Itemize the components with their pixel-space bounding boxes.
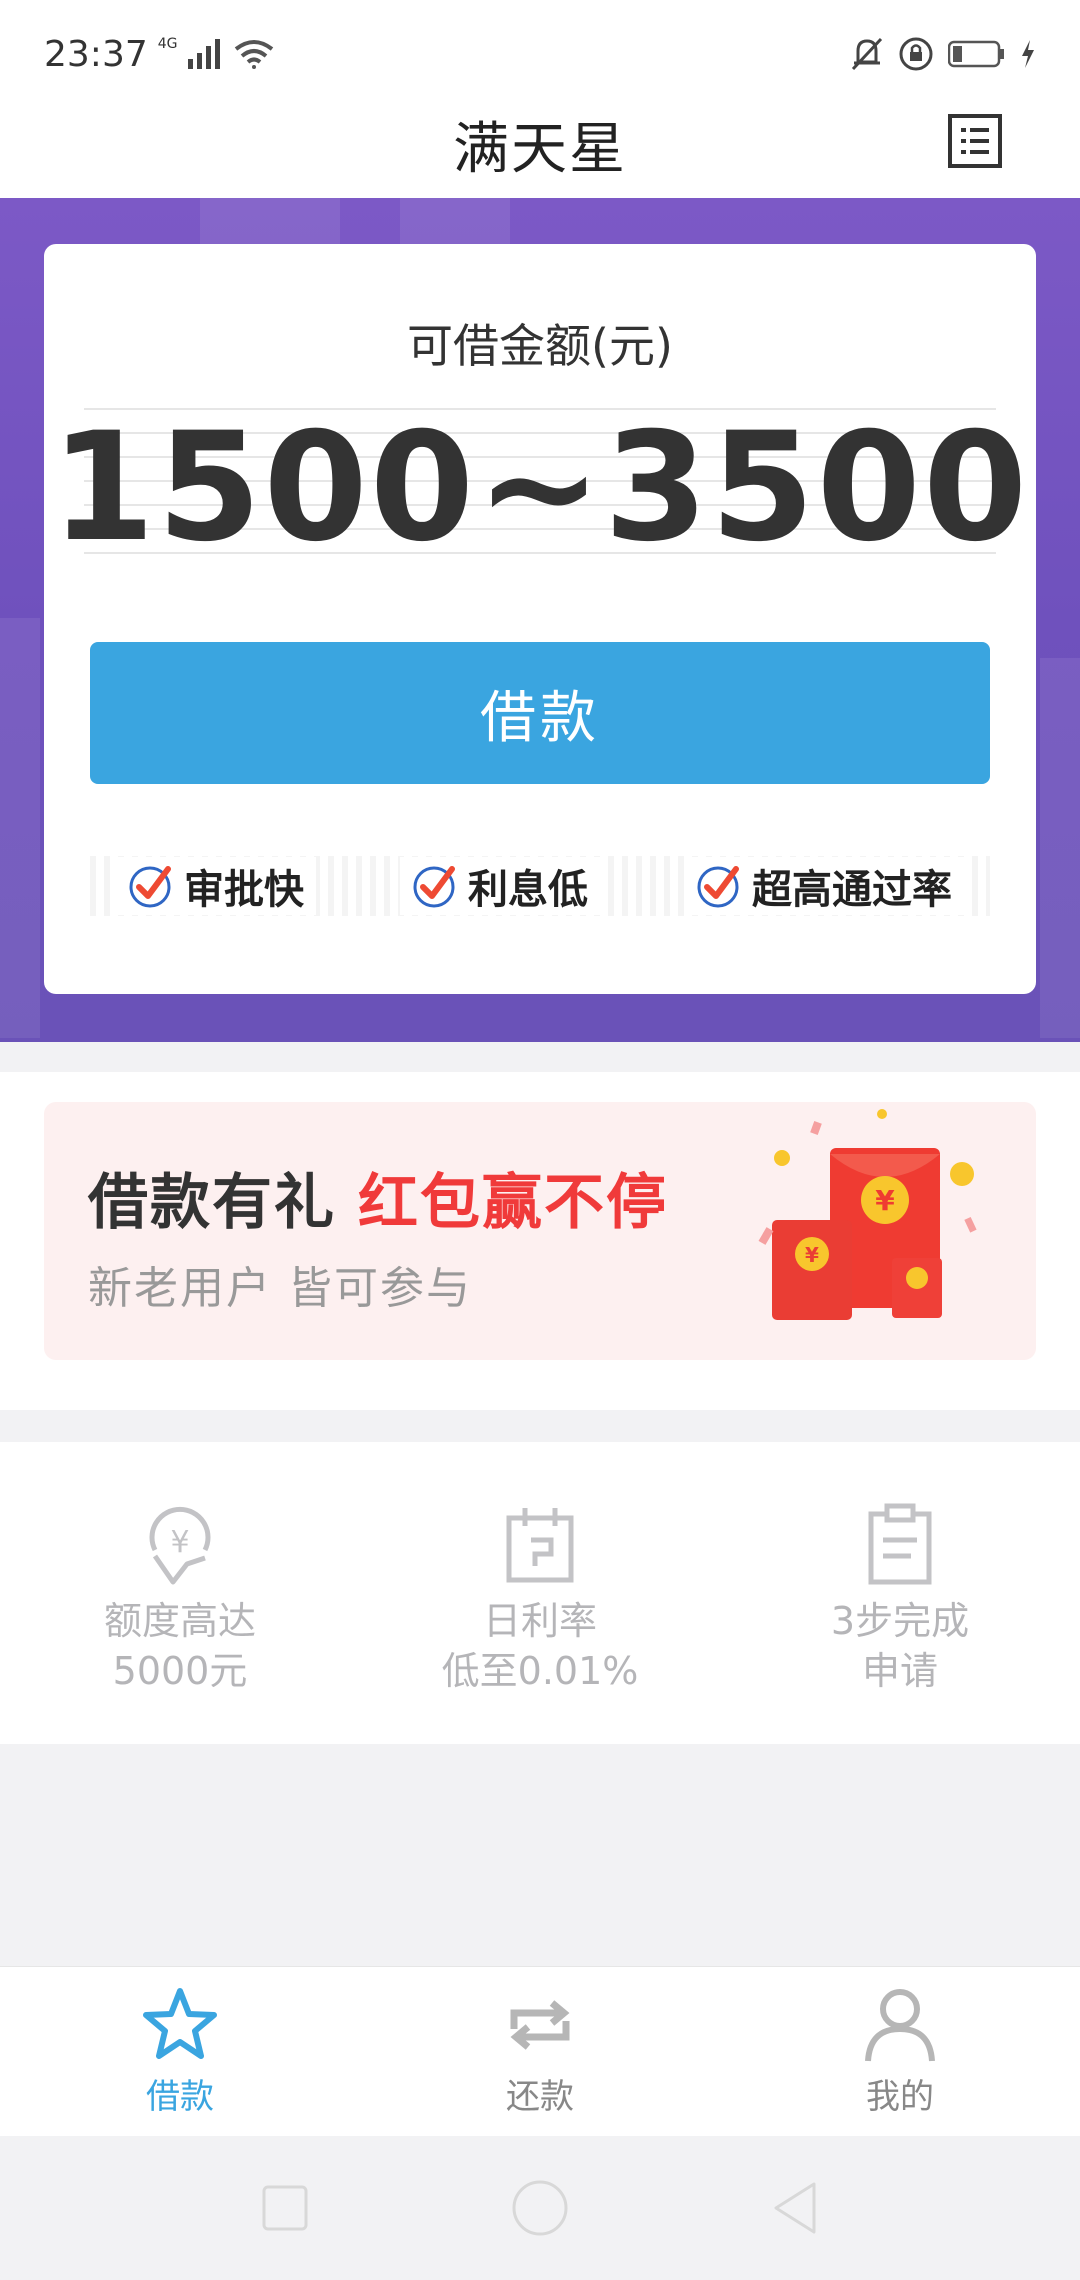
svg-text:¥: ¥ — [805, 1243, 819, 1267]
benefit-line2: 申请 — [861, 1649, 938, 1693]
benefit-item: ¥ 额度高达 5000元 — [60, 1442, 300, 1744]
promo-title-text: 借款有礼 — [88, 1168, 336, 1238]
promo-subtitle: 新老用户 皆可参与 — [88, 1263, 472, 1314]
feature-list: 审批快 利息低 超高通过率 — [90, 856, 990, 916]
benefit-line1: 日利率 — [482, 1599, 597, 1643]
charging-icon — [1022, 40, 1034, 68]
benefits-row: ¥ 额度高达 5000元 日利率 低至0.01% 3步完成 申请 — [0, 1442, 1080, 1744]
svg-text:¥: ¥ — [875, 1184, 895, 1217]
feature-item: 超高通过率 — [684, 857, 964, 915]
signal-icon — [187, 39, 220, 69]
borrow-button[interactable]: 借款 — [90, 642, 990, 784]
benefit-item: 日利率 低至0.01% — [420, 1442, 660, 1744]
tab-mine[interactable]: 我的 — [800, 1985, 1000, 2118]
loan-amount-label: 可借金额(元) — [407, 319, 673, 373]
benefit-item: 3步完成 申请 — [780, 1442, 1020, 1744]
svg-text:¥: ¥ — [170, 1525, 189, 1560]
status-time: 23:37 — [44, 33, 148, 75]
list-icon[interactable] — [948, 114, 1002, 168]
feature-label: 利息低 — [468, 867, 588, 913]
clipboard-icon — [868, 1503, 932, 1585]
benefit-line1: 3步完成 — [830, 1599, 970, 1643]
feature-label: 审批快 — [184, 867, 304, 913]
promo-banner[interactable]: 借款有礼 红包赢不停 新老用户 皆可参与 ¥ ¥ — [44, 1102, 1036, 1360]
tab-label: 还款 — [506, 2077, 574, 2117]
bell-muted-icon — [851, 37, 883, 71]
benefit-line2: 5000元 — [112, 1649, 248, 1693]
benefit-line2: 低至0.01% — [441, 1649, 639, 1693]
menu-button[interactable] — [940, 106, 1010, 176]
red-envelopes-illustration: ¥ ¥ — [758, 1109, 977, 1320]
bottom-nav: 借款 还款 我的 — [0, 1966, 1080, 2136]
page-title: 满天星 — [453, 116, 627, 182]
tab-repay[interactable]: 还款 — [440, 1985, 640, 2118]
repeat-icon — [510, 2000, 570, 2050]
lock-rotation-icon — [899, 37, 933, 71]
tab-label: 我的 — [866, 2077, 934, 2117]
promo-section: 借款有礼 红包赢不停 新老用户 皆可参与 ¥ ¥ — [0, 1072, 1080, 1410]
square-icon[interactable] — [260, 2183, 310, 2233]
benefit-line1: 额度高达 — [103, 1599, 256, 1643]
check-circle-icon — [697, 866, 739, 908]
star-icon — [143, 1988, 217, 2059]
feature-item: 审批快 — [116, 857, 316, 915]
network-type: 4G — [157, 36, 178, 52]
background-building — [1040, 658, 1080, 1038]
status-left: 23:37 4G — [44, 34, 274, 75]
feature-item: 利息低 — [400, 857, 600, 915]
loan-card: 可借金额(元) 1500~3500 借款 审批快 利息低 超高通过率 — [44, 244, 1036, 994]
check-circle-icon — [413, 866, 455, 908]
system-nav-bar — [0, 2136, 1080, 2280]
calendar-icon — [506, 1508, 574, 1583]
title-bar: 满天星 — [0, 90, 1080, 198]
status-right — [850, 36, 1036, 72]
check-circle-icon — [129, 866, 171, 908]
tab-label: 借款 — [146, 2077, 214, 2117]
hero-banner: 可借金额(元) 1500~3500 借款 审批快 利息低 超高通过率 — [0, 198, 1080, 1042]
promo-title: 借款有礼 红包赢不停 — [88, 1154, 668, 1241]
loan-amount-range: 1500~3500 — [50, 401, 1030, 575]
wifi-icon — [234, 40, 273, 69]
promo-highlight: 红包赢不停 — [358, 1168, 668, 1238]
feature-label: 超高通过率 — [752, 867, 952, 913]
circle-icon[interactable] — [510, 2178, 570, 2238]
background-building — [0, 618, 40, 1038]
back-triangle-icon[interactable] — [770, 2180, 820, 2236]
battery-icon — [948, 40, 1004, 68]
yuan-badge-icon: ¥ — [149, 1506, 211, 1585]
person-icon — [865, 1989, 935, 2062]
tab-borrow[interactable]: 借款 — [80, 1985, 280, 2118]
